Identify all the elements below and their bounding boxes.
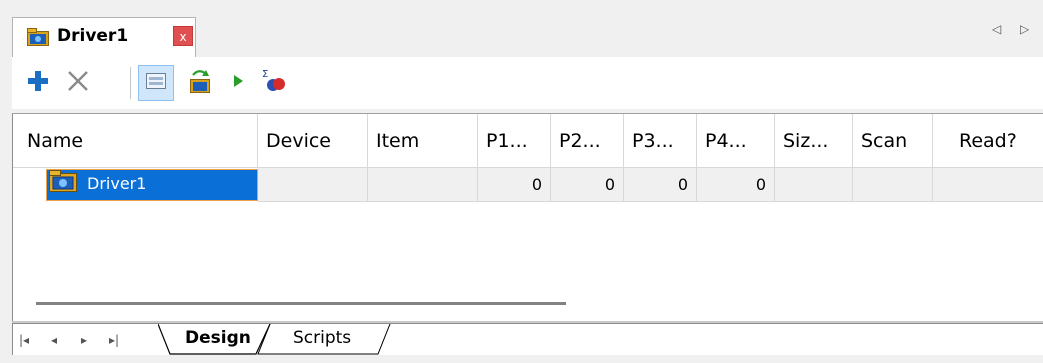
sigma-icon: Σ [260,67,288,99]
first-sheet-icon[interactable]: |◂ [15,330,33,350]
table-cell-item[interactable] [368,168,478,202]
delete-button[interactable] [60,65,96,101]
column-header-device[interactable]: Device [258,114,368,168]
driver-folder-icon [27,28,49,50]
toolbar-separator [130,67,131,99]
column-header-read[interactable]: Read? [933,114,1043,168]
column-header-size[interactable]: Siz... [775,114,853,168]
add-button[interactable] [20,65,56,101]
open-folder-button[interactable] [182,65,218,101]
data-grid[interactable]: Name Device Item P1... P2... P3... P4...… [12,113,1043,321]
tab-design[interactable]: Design [185,324,251,354]
selected-cell[interactable]: Driver1 [46,169,258,201]
table-cell-size[interactable] [775,168,853,202]
column-header-p4[interactable]: P4... [697,114,775,168]
table-cell-p2[interactable]: 0 [551,168,624,202]
column-header-p3[interactable]: P3... [624,114,697,168]
column-header-item[interactable]: Item [368,114,478,168]
next-sheet-icon[interactable]: ▸ [75,330,93,350]
column-header-p2[interactable]: P2... [551,114,624,168]
open-folder-icon [187,68,213,98]
tab-scroll-right-icon[interactable]: ▷ [1020,22,1029,36]
table-row-name-cell[interactable]: Driver1 [13,168,258,202]
horizontal-scrollbar-thumb[interactable] [36,302,566,305]
toolbar: Σ [12,57,1043,109]
play-icon [231,74,245,92]
table-cell-scan[interactable] [853,168,933,202]
table-cell-p3[interactable]: 0 [624,168,697,202]
sum-button[interactable]: Σ [256,65,292,101]
table-cell-p1[interactable]: 0 [478,168,551,202]
table-cell-p4[interactable]: 0 [697,168,775,202]
plus-icon [27,70,49,96]
previous-sheet-icon[interactable]: ◂ [45,330,63,350]
grid-view-icon [145,71,167,95]
grid-view-button[interactable] [138,65,174,101]
x-icon [66,69,90,97]
last-sheet-icon[interactable]: ▸| [105,330,123,350]
tab-scroll-left-icon[interactable]: ◁ [992,22,1001,36]
table-cell-device[interactable] [258,168,368,202]
column-header-scan[interactable]: Scan [853,114,933,168]
tab-scripts[interactable]: Scripts [293,324,351,354]
column-header-name[interactable]: Name [13,114,258,168]
document-tab-driver1[interactable]: Driver1 x [12,17,196,57]
driver-folder-icon [48,169,78,197]
sheet-tab-bar: |◂ ◂ ▸ ▸| Design Scripts [12,323,1043,355]
document-tab-title: Driver1 [57,26,129,46]
table-cell-read[interactable] [933,168,1043,202]
document-tab-strip: Driver1 x ◁ ▷ [0,0,1043,57]
column-header-p1[interactable]: P1... [478,114,551,168]
svg-text:Σ: Σ [262,69,268,80]
tab-close-button[interactable]: x [173,26,193,46]
row-name-label: Driver1 [87,174,147,193]
run-button[interactable] [220,65,256,101]
